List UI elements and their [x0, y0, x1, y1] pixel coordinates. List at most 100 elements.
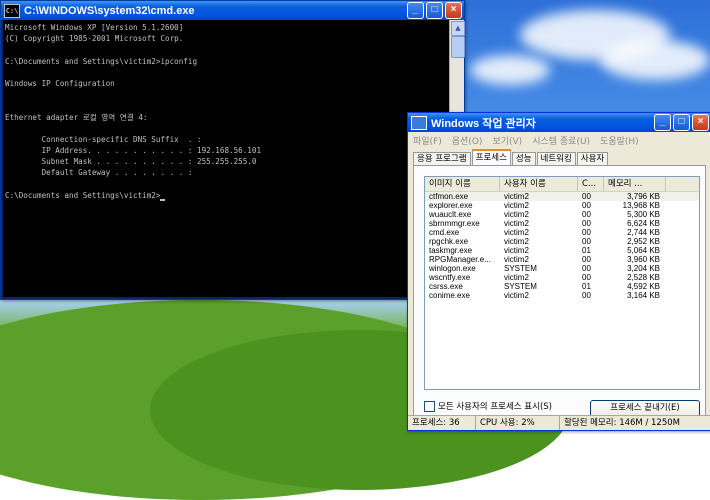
- close-icon[interactable]: ×: [445, 2, 462, 19]
- console-line: Connection-specific DNS Suffix . :: [5, 134, 202, 144]
- process-image-name: winlogon.exe: [429, 264, 476, 273]
- console-line: Microsoft Windows XP [Version 5.1.2600]: [5, 23, 184, 32]
- minimize-icon[interactable]: _: [407, 2, 424, 19]
- console-line: C:\Documents and Settings\victim2>: [5, 190, 449, 202]
- maximize-icon[interactable]: □: [426, 2, 443, 19]
- table-row[interactable]: sbrnmmgr.exe victim2 00 6,624 KB: [425, 219, 699, 228]
- process-cpu: 00: [582, 192, 591, 201]
- process-image-name: conime.exe: [429, 291, 470, 300]
- table-row[interactable]: taskmgr.exe victim2 01 5,064 KB: [425, 246, 699, 255]
- menu-view[interactable]: 보기(V): [492, 134, 522, 147]
- cmd-title: C:\WINDOWS\system32\cmd.exe: [24, 4, 195, 17]
- menu-shutdown[interactable]: 시스템 종료(U): [532, 134, 590, 147]
- process-cpu: 00: [582, 219, 591, 228]
- status-memory: 할당된 메모리: 146M / 1250M: [564, 418, 680, 428]
- menu-bar: 파일(F) 옵션(O) 보기(V) 시스템 종료(U) 도움말(H): [408, 132, 710, 148]
- console-line: Windows IP Configuration: [5, 78, 115, 88]
- cmd-icon: C:\: [4, 3, 20, 18]
- tab-users[interactable]: 사용자: [576, 152, 609, 165]
- process-user-name: victim2: [504, 237, 529, 246]
- process-image-name: RPGManager.e...: [429, 255, 491, 264]
- process-image-name: wscntfy.exe: [429, 273, 471, 282]
- maximize-icon[interactable]: □: [673, 114, 690, 131]
- process-user-name: SYSTEM: [504, 264, 537, 273]
- taskmgr-title: Windows 작업 관리자: [431, 117, 536, 130]
- console-line: Ethernet adapter 로컬 영역 연결 4:: [5, 112, 148, 122]
- process-user-name: victim2: [504, 201, 529, 210]
- column-memory[interactable]: 메모리 ...: [604, 177, 666, 191]
- close-icon[interactable]: ×: [692, 114, 709, 131]
- scroll-thumb[interactable]: [451, 36, 465, 58]
- console-line: (C) Copyright 1985-2001 Microsoft Corp.: [5, 34, 184, 44]
- scroll-up-icon[interactable]: ▲: [451, 21, 465, 36]
- process-cpu: 00: [582, 201, 591, 210]
- task-manager-window[interactable]: Windows 작업 관리자 _ □ × 파일(F) 옵션(O) 보기(V) 시…: [407, 112, 710, 431]
- status-bar: 프로세스: 36 CPU 사용: 2% 할당된 메모리: 146M / 1250…: [408, 415, 710, 430]
- process-memory: 6,624 KB: [627, 219, 660, 228]
- process-cpu: 01: [582, 246, 591, 255]
- status-process-count: 프로세스: 36: [408, 416, 476, 430]
- process-user-name: victim2: [504, 210, 529, 219]
- process-cpu: 00: [582, 237, 591, 246]
- process-cpu: 01: [582, 282, 591, 291]
- menu-options[interactable]: 옵션(O): [452, 134, 483, 147]
- process-memory: 3,164 KB: [627, 291, 660, 300]
- process-memory: 4,592 KB: [627, 282, 660, 291]
- show-all-users-option[interactable]: 모든 사용자의 프로세스 표시(S): [424, 400, 552, 412]
- show-all-users-checkbox[interactable]: [424, 400, 435, 412]
- show-all-users-label: 모든 사용자의 프로세스 표시(S): [438, 402, 552, 412]
- process-image-name: explorer.exe: [429, 201, 473, 210]
- console-line: Subnet Mask . . . . . . . . . . : 255.25…: [5, 157, 257, 167]
- process-cpu: 00: [582, 273, 591, 282]
- process-memory: 5,300 KB: [627, 210, 660, 219]
- column-image-name[interactable]: 이미지 이름: [425, 177, 500, 191]
- process-memory: 5,064 KB: [627, 246, 660, 255]
- tab-processes[interactable]: 프로세스: [471, 149, 511, 165]
- console-output[interactable]: Microsoft Windows XP [Version 5.1.2600] (…: [3, 20, 449, 297]
- process-image-name: cmd.exe: [429, 228, 460, 237]
- column-user-name[interactable]: 사용자 이름: [500, 177, 578, 191]
- process-list[interactable]: 이미지 이름 사용자 이름 C... 메모리 ... ctfmon.exe vic…: [424, 176, 700, 390]
- process-memory: 2,744 KB: [627, 228, 660, 237]
- table-row[interactable]: RPGManager.e... victim2 00 3,960 KB: [425, 255, 699, 264]
- taskmgr-titlebar[interactable]: Windows 작업 관리자 _ □ ×: [408, 113, 710, 132]
- table-row[interactable]: winlogon.exe SYSTEM 00 3,204 KB: [425, 264, 699, 273]
- cmd-titlebar[interactable]: C:\ C:\WINDOWS\system32\cmd.exe _ □ ×: [1, 1, 464, 20]
- process-cpu: 00: [582, 228, 591, 237]
- process-user-name: victim2: [504, 228, 529, 237]
- text-cursor: [160, 199, 166, 202]
- process-list-header: 이미지 이름 사용자 이름 C... 메모리 ...: [425, 177, 699, 192]
- tab-performance[interactable]: 성능: [511, 152, 536, 165]
- table-row[interactable]: csrss.exe SYSTEM 01 4,592 KB: [425, 282, 699, 291]
- taskmgr-icon: [411, 115, 427, 130]
- menu-help[interactable]: 도움말(H): [600, 134, 639, 147]
- process-cpu: 00: [582, 264, 591, 273]
- tab-networking[interactable]: 네트워킹: [536, 152, 576, 165]
- table-row[interactable]: rpgchk.exe victim2 00 2,952 KB: [425, 237, 699, 246]
- cmd-window[interactable]: C:\ C:\WINDOWS\system32\cmd.exe _ □ × Mi…: [0, 0, 465, 300]
- process-image-name: csrss.exe: [429, 282, 463, 291]
- tab-applications[interactable]: 응용 프로그램: [413, 152, 471, 165]
- table-row[interactable]: conime.exe victim2 00 3,164 KB: [425, 291, 699, 300]
- minimize-icon[interactable]: _: [654, 114, 671, 131]
- process-user-name: SYSTEM: [504, 282, 537, 291]
- tab-strip: 응용 프로그램 프로세스 성능 네트워킹 사용자: [413, 149, 609, 165]
- process-image-name: taskmgr.exe: [429, 246, 473, 255]
- process-user-name: victim2: [504, 219, 529, 228]
- process-image-name: wuauclt.exe: [429, 210, 472, 219]
- process-cpu: 00: [582, 210, 591, 219]
- process-memory: 2,528 KB: [627, 273, 660, 282]
- table-row[interactable]: cmd.exe victim2 00 2,744 KB: [425, 228, 699, 237]
- table-row[interactable]: ctfmon.exe victim2 00 3,796 KB: [425, 192, 699, 201]
- table-row[interactable]: wscntfy.exe victim2 00 2,528 KB: [425, 273, 699, 282]
- process-user-name: victim2: [504, 246, 529, 255]
- table-row[interactable]: explorer.exe victim2 00 13,968 KB: [425, 201, 699, 210]
- table-row[interactable]: wuauclt.exe victim2 00 5,300 KB: [425, 210, 699, 219]
- column-cpu[interactable]: C...: [578, 177, 604, 191]
- menu-file[interactable]: 파일(F): [413, 134, 442, 147]
- process-image-name: rpgchk.exe: [429, 237, 469, 246]
- process-memory: 3,204 KB: [627, 264, 660, 273]
